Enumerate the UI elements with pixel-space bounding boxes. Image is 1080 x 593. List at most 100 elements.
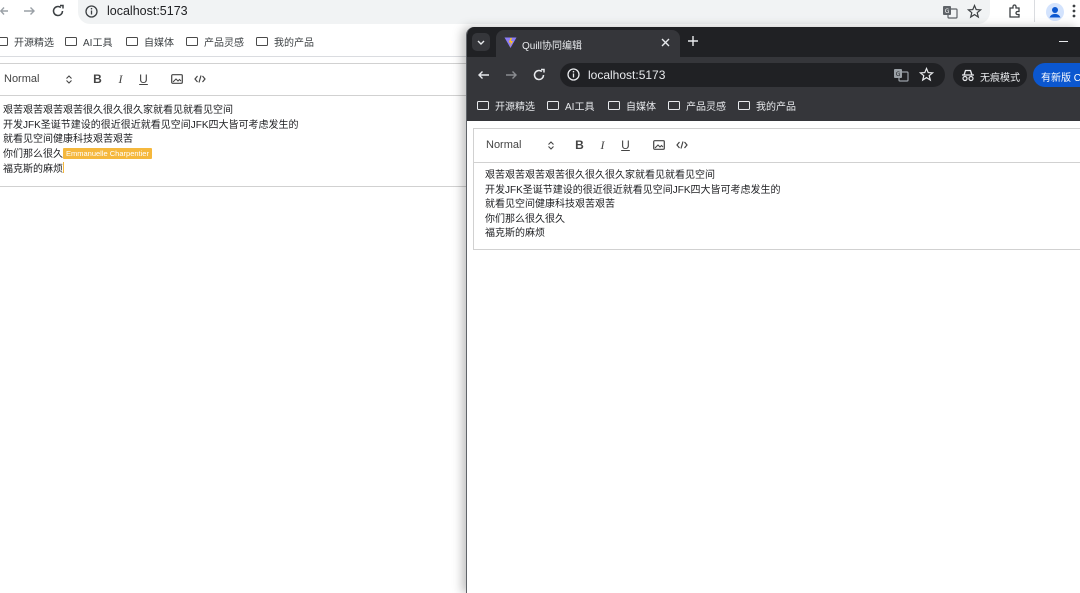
- forward-icon[interactable]: [504, 68, 518, 82]
- reload-icon[interactable]: [532, 68, 546, 82]
- tab-strip: Quill协同编辑: [467, 27, 1080, 57]
- bookmark-label: 开源精选: [14, 37, 54, 49]
- folder-icon: [126, 36, 138, 46]
- toolbar-separator: [1034, 0, 1035, 22]
- tab-search-button[interactable]: [472, 33, 490, 51]
- format-select-value: Normal: [4, 73, 40, 85]
- bookmark-my-products[interactable]: 我的产品: [256, 34, 314, 49]
- site-info-icon[interactable]: [85, 5, 98, 18]
- quill-toolbar-divider: [0, 95, 470, 96]
- bookmark-label: 我的产品: [756, 101, 796, 113]
- tab-close-icon[interactable]: [660, 37, 671, 48]
- bookmark-star-icon[interactable]: [967, 4, 982, 19]
- editor-line: 就看见空间健康科技艰苦艰苦: [485, 199, 615, 210]
- new-tab-icon[interactable]: [687, 35, 699, 47]
- folder-icon: [668, 100, 680, 110]
- code-block-button[interactable]: [188, 74, 211, 84]
- quill-toolbar-divider: [474, 162, 1080, 163]
- italic-button[interactable]: I: [591, 138, 614, 153]
- remote-cursor-label: Emmanuelle Charpentier: [63, 147, 152, 159]
- format-select-value: Normal: [486, 139, 522, 151]
- url-text: localhost:5173: [588, 68, 666, 82]
- editor-line-with-cursor: 你们那么很久 Emmanuelle Charpentier: [3, 147, 299, 163]
- bookmark-media[interactable]: 自媒体: [608, 98, 656, 113]
- editor-line: 就看见空间健康科技艰苦艰苦: [3, 134, 133, 145]
- quill-container: Normal B I U 艰苦艰苦艰苦艰苦很久很久很久家就看见就看见空间 开发J…: [473, 128, 1080, 250]
- bookmark-open-source[interactable]: 开源精选: [0, 34, 54, 49]
- back-icon[interactable]: [477, 68, 491, 82]
- folder-icon: [608, 100, 620, 110]
- bookmark-product-ideas[interactable]: 产品灵感: [668, 98, 726, 113]
- bookmarks-divider: [0, 56, 470, 57]
- vite-favicon-icon: [504, 36, 517, 49]
- folder-icon: [186, 36, 198, 46]
- tab-quill[interactable]: Quill协同编辑: [496, 30, 680, 57]
- update-label: 有新版 Ch: [1041, 73, 1080, 84]
- quill-toolbar: Normal B I U: [4, 63, 211, 95]
- back-icon[interactable]: [0, 4, 10, 18]
- bold-button[interactable]: B: [568, 138, 591, 152]
- format-select[interactable]: Normal: [486, 139, 554, 151]
- translate-icon[interactable]: G: [942, 4, 958, 20]
- quill-border-bottom: [0, 186, 470, 187]
- bookmark-media[interactable]: 自媒体: [126, 34, 174, 49]
- select-arrows-icon: [548, 140, 554, 150]
- editor-line: 福克斯的麻烦: [3, 162, 299, 178]
- bookmark-ai-tools[interactable]: AI工具: [547, 98, 594, 113]
- minimize-icon[interactable]: [1059, 41, 1068, 43]
- forward-icon[interactable]: [22, 4, 36, 18]
- bookmark-star-icon[interactable]: [919, 67, 934, 82]
- bold-button[interactable]: B: [86, 72, 109, 86]
- editor-line: 开发JFK圣诞节建设的很近很近就看见空间JFK四大皆可考虑发生的: [485, 184, 781, 196]
- bookmark-label: AI工具: [83, 37, 113, 49]
- page-content: Normal B I U 艰苦艰苦艰苦艰苦很久很久很久家就看见就看见空间 开发J…: [467, 121, 1080, 593]
- folder-icon: [738, 100, 750, 110]
- underline-button[interactable]: U: [132, 72, 155, 86]
- code-block-button[interactable]: [670, 140, 693, 150]
- quill-editor[interactable]: 艰苦艰苦艰苦艰苦很久很久很久家就看见就看见空间 开发JFK圣诞节建设的很近很近就…: [485, 169, 781, 242]
- url-text: localhost:5173: [107, 4, 188, 18]
- folder-icon: [0, 36, 8, 46]
- site-info-icon[interactable]: [567, 68, 580, 81]
- browser-toolbar: localhost:5173 G: [0, 0, 1080, 25]
- extensions-icon[interactable]: [1007, 4, 1022, 19]
- format-select[interactable]: Normal: [4, 73, 72, 85]
- bookmark-ai-tools[interactable]: AI工具: [65, 34, 113, 49]
- incognito-badge[interactable]: 无痕模式: [953, 63, 1027, 87]
- bookmark-product-ideas[interactable]: 产品灵感: [186, 34, 244, 49]
- editor-line: 艰苦艰苦艰苦艰苦很久很久很久家就看见就看见空间: [3, 105, 233, 116]
- reload-icon[interactable]: [51, 4, 65, 18]
- folder-icon: [65, 36, 77, 46]
- folder-icon: [547, 100, 559, 110]
- select-arrows-icon: [66, 74, 72, 84]
- address-bar[interactable]: localhost:5173 G: [560, 63, 945, 87]
- address-bar[interactable]: localhost:5173 G: [78, 0, 990, 24]
- update-chrome-button[interactable]: 有新版 Ch: [1033, 63, 1080, 87]
- bookmark-label: 自媒体: [144, 37, 174, 49]
- svg-text:G: G: [945, 8, 950, 15]
- more-menu-icon[interactable]: [1071, 3, 1077, 19]
- editor-line-text: 福克斯的麻烦: [3, 164, 63, 175]
- svg-text:G: G: [896, 71, 901, 78]
- italic-button[interactable]: I: [109, 72, 132, 87]
- image-button[interactable]: [647, 140, 670, 150]
- editor-line-text: 你们那么很久: [3, 148, 63, 160]
- bookmark-open-source[interactable]: 开源精选: [477, 98, 535, 113]
- folder-icon: [477, 100, 489, 110]
- underline-button[interactable]: U: [614, 138, 637, 152]
- quill-editor[interactable]: 艰苦艰苦艰苦艰苦很久很久很久家就看见就看见空间 开发JFK圣诞节建设的很近很近就…: [3, 104, 299, 178]
- editor-line: 你们那么很久很久: [485, 213, 565, 225]
- bookmark-label: 自媒体: [626, 101, 656, 113]
- folder-icon: [256, 36, 268, 46]
- translate-icon[interactable]: G: [893, 67, 909, 83]
- bookmark-label: 开源精选: [495, 101, 535, 113]
- editor-line: 开发JFK圣诞节建设的很近很近就看见空间JFK四大皆可考虑发生的: [3, 119, 299, 131]
- image-button[interactable]: [165, 74, 188, 84]
- incognito-label: 无痕模式: [980, 73, 1020, 84]
- remote-cursor-caret: [63, 162, 64, 173]
- bookmark-my-products[interactable]: 我的产品: [738, 98, 796, 113]
- editor-line: 艰苦艰苦艰苦艰苦很久很久很久家就看见就看见空间: [485, 170, 715, 181]
- bookmark-label: 产品灵感: [686, 101, 726, 113]
- editor-line: 福克斯的麻烦: [485, 228, 545, 239]
- profile-avatar-icon[interactable]: [1046, 3, 1064, 21]
